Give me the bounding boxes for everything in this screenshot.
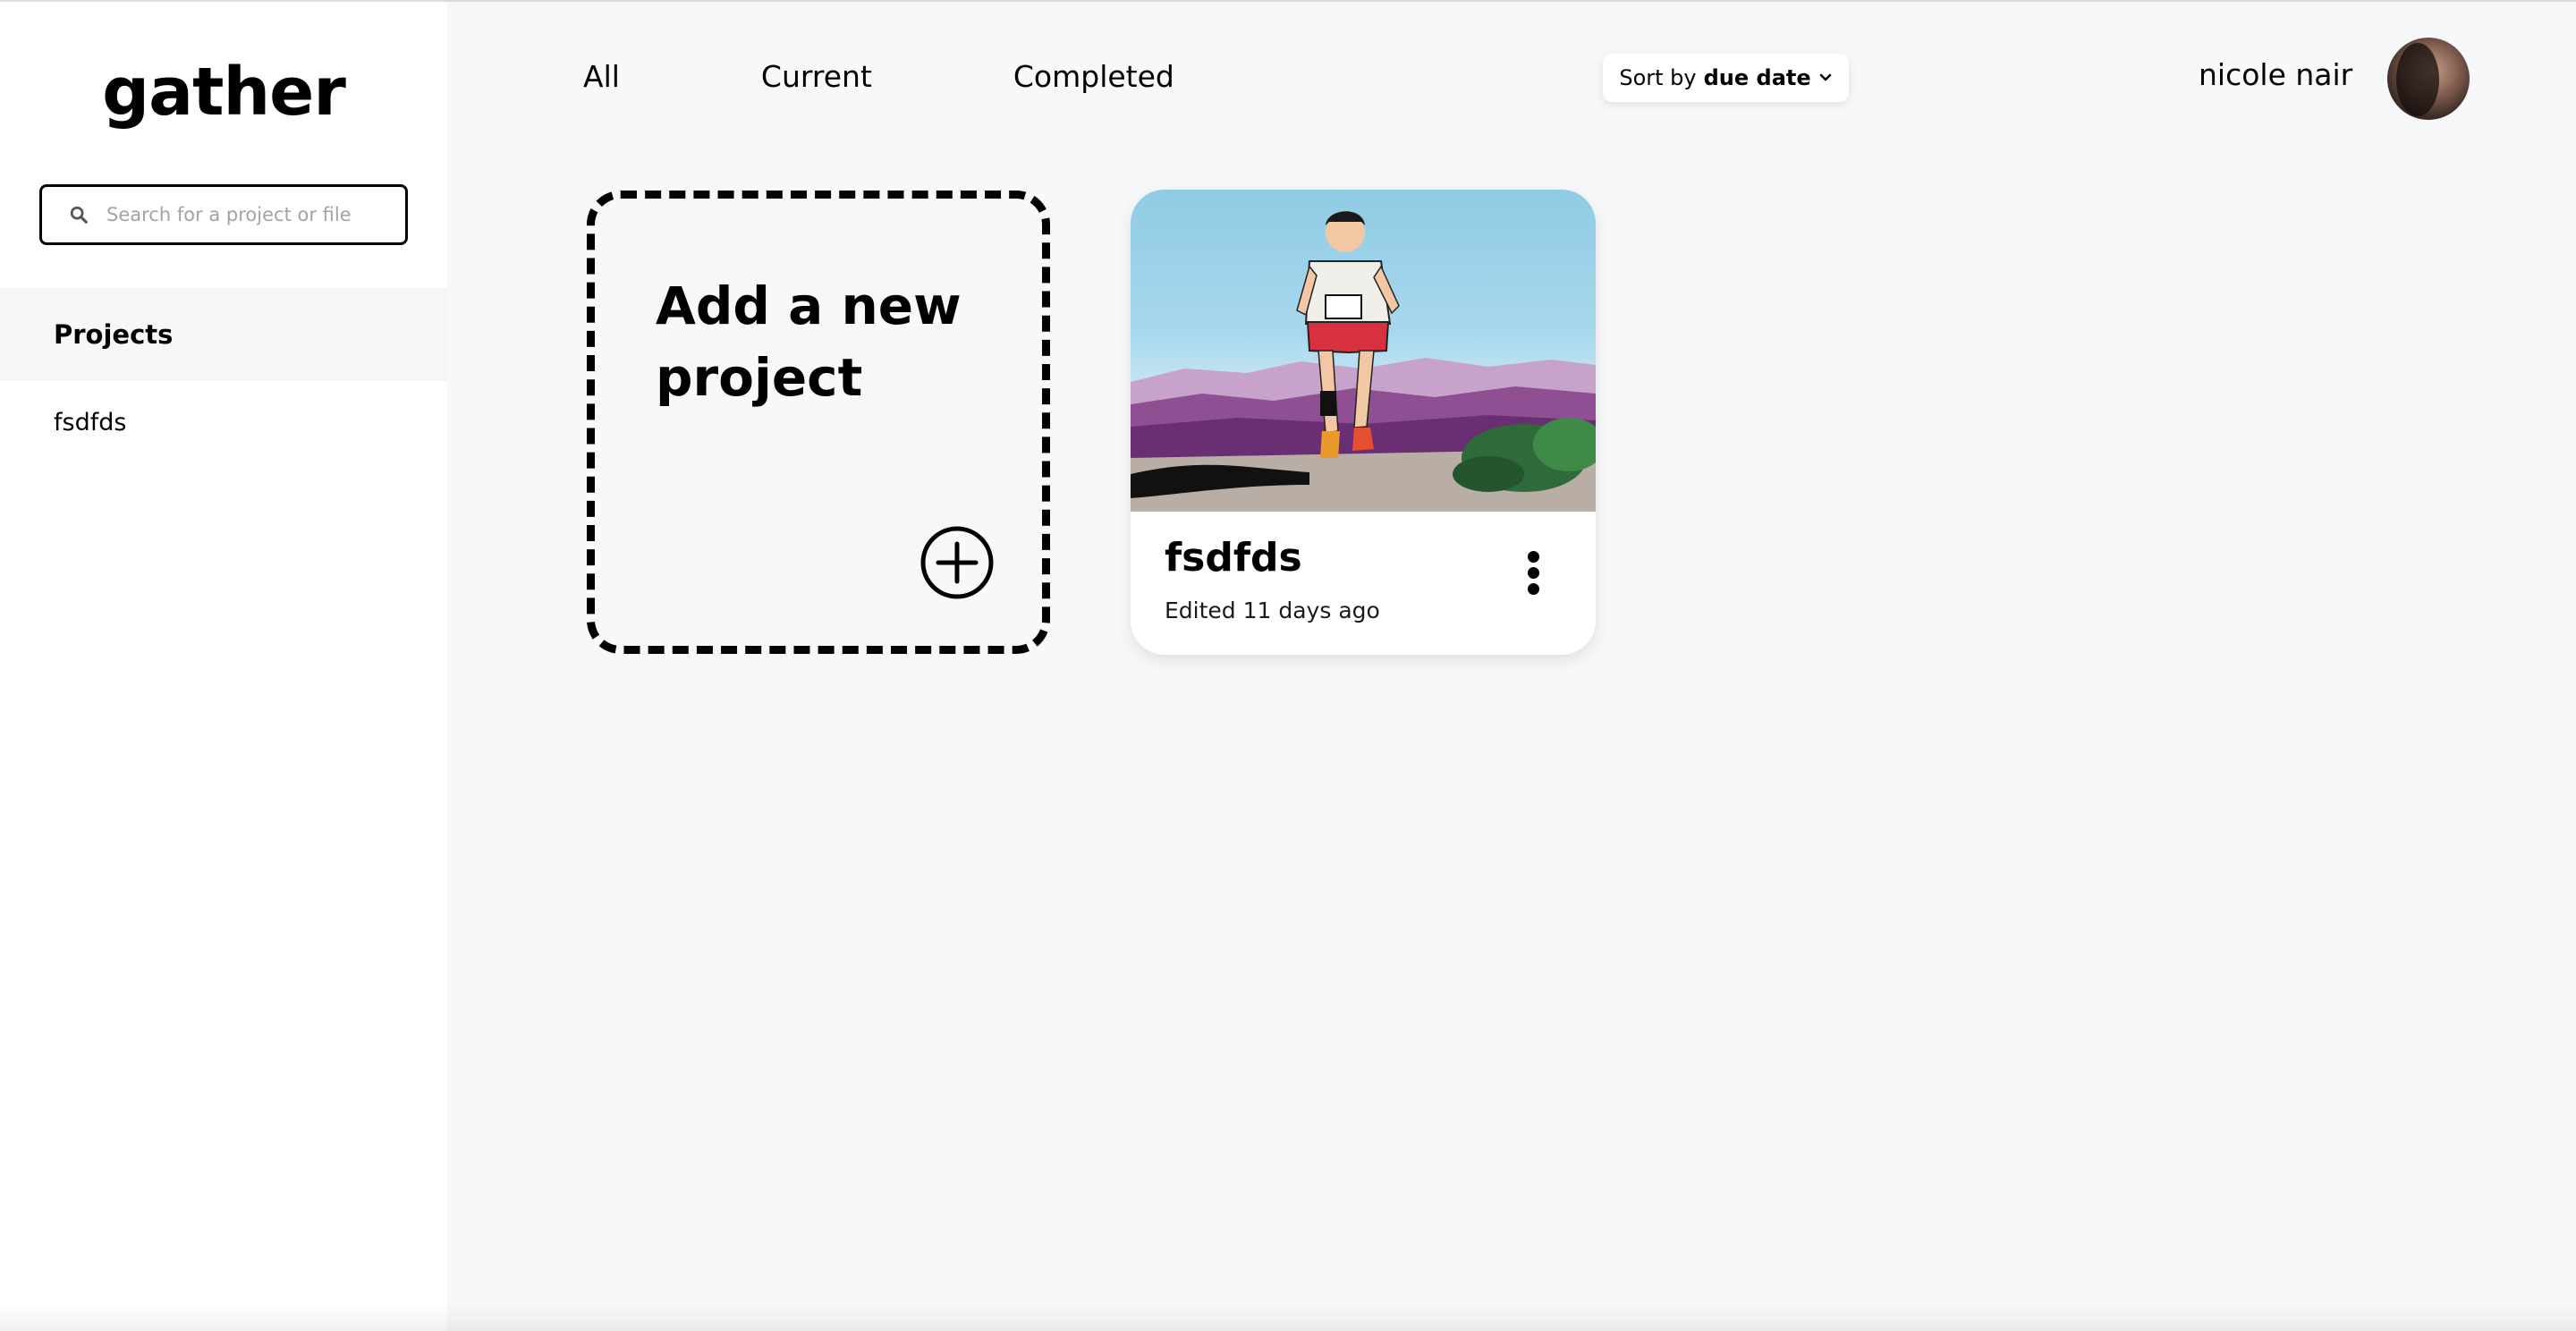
sort-value: due date	[1703, 65, 1811, 90]
project-thumbnail	[1131, 190, 1596, 512]
project-edited-time: Edited 11 days ago	[1165, 598, 1380, 623]
search-box[interactable]	[39, 184, 408, 245]
more-options-icon[interactable]	[1521, 551, 1546, 601]
tab-all[interactable]: All	[583, 59, 620, 94]
tab-completed[interactable]: Completed	[1013, 59, 1174, 94]
sort-prefix: Sort by	[1619, 65, 1697, 90]
plus-circle-icon[interactable]	[919, 524, 996, 601]
user-name[interactable]: nicole nair	[2199, 57, 2352, 92]
search-icon	[70, 206, 88, 224]
project-title: fsdfds	[1165, 535, 1302, 581]
app-logo[interactable]: gather	[0, 54, 447, 131]
sort-dropdown[interactable]: Sort by due date	[1603, 54, 1849, 102]
bottom-shadow	[0, 1304, 2576, 1331]
search-input[interactable]	[106, 204, 393, 225]
sidebar-item-project[interactable]: fsdfds	[54, 409, 126, 437]
project-card[interactable]: fsdfds Edited 11 days ago	[1131, 190, 1596, 655]
add-project-card[interactable]: Add a new project	[587, 191, 1050, 654]
filter-tabs: All Current Completed	[583, 59, 1316, 94]
sidebar-heading-projects[interactable]: Projects	[0, 288, 447, 381]
avatar[interactable]	[2387, 38, 2470, 120]
chevron-down-icon	[1819, 73, 1831, 81]
add-project-title: Add a new project	[656, 276, 962, 408]
tab-current[interactable]: Current	[761, 59, 872, 94]
sidebar: gather Projects fsdfds	[0, 2, 447, 1331]
